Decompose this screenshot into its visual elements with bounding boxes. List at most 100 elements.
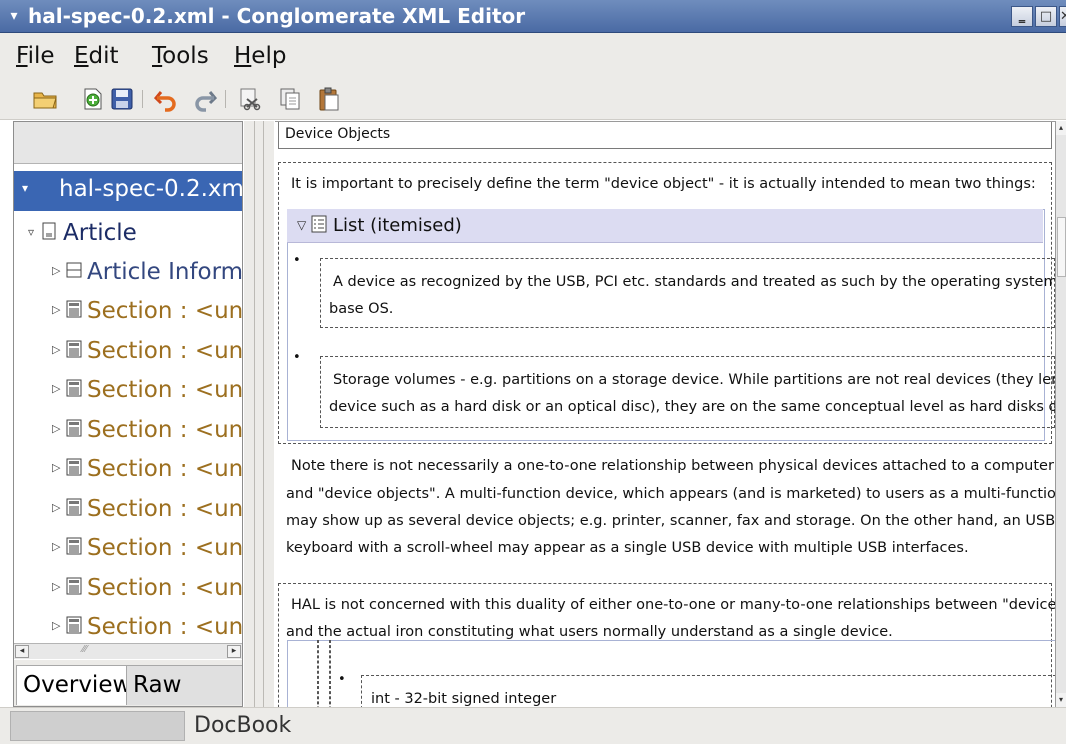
section-icon <box>66 458 82 478</box>
note-line-3[interactable]: may show up as several device objects; e… <box>286 508 1055 535</box>
expand-arrow-icon[interactable]: ▷ <box>52 580 60 593</box>
collapse-arrow-icon[interactable]: ▽ <box>297 218 306 232</box>
menu-help-label: elp <box>251 43 287 69</box>
toolbar-separator <box>142 90 143 108</box>
expand-arrow-icon[interactable]: ▷ <box>52 461 60 474</box>
section-icon <box>66 379 82 399</box>
minimize-button[interactable]: ‗ <box>1011 6 1033 27</box>
menu-bar: File Edit Tools Help <box>0 33 1066 78</box>
nested-list-guide <box>317 640 319 707</box>
tab-raw-xml[interactable]: Raw XML <box>126 665 242 705</box>
document-editor[interactable]: Device Objects It is important to precis… <box>275 121 1055 707</box>
expand-arrow-icon[interactable]: ▷ <box>52 382 60 395</box>
window-title: hal-spec-0.2.xml - Conglomerate XML Edit… <box>28 4 526 28</box>
status-cell <box>10 711 185 741</box>
expand-arrow-icon[interactable]: ▷ <box>52 501 60 514</box>
document-type-status: DocBook <box>194 713 292 738</box>
list-bullet: • <box>293 253 301 268</box>
redo-icon[interactable] <box>192 86 218 112</box>
list-header[interactable]: ▽ List (itemised) <box>287 209 1043 243</box>
undo-icon[interactable] <box>153 86 179 112</box>
tree-item-label: Section : <unt <box>87 298 243 324</box>
window-titlebar[interactable]: ▾ hal-spec-0.2.xml - Conglomerate XML Ed… <box>0 0 1066 33</box>
tree-item-label: Section : <unt <box>87 614 243 640</box>
tree-item-label: Section : <unt <box>87 337 243 364</box>
cut-icon[interactable] <box>238 86 264 112</box>
menu-help[interactable]: Help <box>234 42 286 70</box>
menu-edit[interactable]: Edit <box>74 42 119 70</box>
hal-line-1[interactable]: HAL is not concerned with this duality o… <box>291 592 1055 619</box>
save-icon[interactable] <box>109 86 135 112</box>
expand-arrow-icon[interactable]: ▷ <box>52 422 60 435</box>
status-bar: DocBook <box>0 707 1066 744</box>
menu-edit-mnemonic: E <box>74 43 89 69</box>
outline-pane: ▾ hal-spec-0.2.xml ▿ Article ▷ Article I… <box>13 121 243 707</box>
expand-arrow-icon[interactable]: ▷ <box>52 619 60 632</box>
list-item-2-line-2[interactable]: device such as a hard disk or an optical… <box>329 394 1055 421</box>
section-icon <box>66 616 82 636</box>
section-icon <box>66 537 82 557</box>
outline-tabs: Overview Raw XML <box>14 660 242 706</box>
tree-item-label: Section : <unt <box>87 535 243 561</box>
tree-item-label: Section : <unt <box>87 495 243 522</box>
list-item-1-line-2[interactable]: base OS. <box>329 296 393 323</box>
note-line-1[interactable]: Note there is not necessarily a one-to-o… <box>291 453 1055 480</box>
window-edge <box>0 150 13 710</box>
section-title[interactable]: Device Objects <box>285 122 390 148</box>
list-item-2-line-1[interactable]: Storage volumes - e.g. partitions on a s… <box>333 367 1055 394</box>
intro-paragraph[interactable]: It is important to precisely define the … <box>291 171 1036 198</box>
scroll-left-icon[interactable]: ◂ <box>15 645 29 658</box>
scrollbar-thumb[interactable] <box>1057 217 1066 277</box>
section-icon <box>66 340 82 360</box>
section-icon <box>66 498 82 518</box>
outline-horizontal-scrollbar[interactable]: ◂ ⁄⁄⁄ ▸ <box>14 643 242 659</box>
new-document-icon[interactable] <box>80 86 106 112</box>
menu-tools-mnemonic: T <box>152 43 163 69</box>
document-icon <box>42 222 58 242</box>
list-label: List (itemised) <box>333 215 462 236</box>
note-line-4[interactable]: keyboard with a scroll-wheel may appear … <box>286 535 969 562</box>
tree-item-label: Article <box>63 220 137 246</box>
scroll-right-icon[interactable]: ▸ <box>227 645 241 658</box>
info-document-icon <box>66 261 82 281</box>
menu-file[interactable]: File <box>16 42 55 70</box>
expand-arrow-icon[interactable]: ▷ <box>52 303 60 316</box>
maximize-button[interactable]: □ <box>1035 6 1057 27</box>
copy-icon[interactable] <box>277 86 303 112</box>
scroll-up-icon[interactable]: ▴ <box>1056 121 1066 135</box>
menu-tools[interactable]: Tools <box>152 42 209 70</box>
toolbar <box>0 78 1066 120</box>
paste-icon[interactable] <box>316 86 342 112</box>
open-folder-icon[interactable] <box>32 86 58 112</box>
note-line-2[interactable]: and "device objects". A multi-function d… <box>286 481 1055 508</box>
collapse-arrow-icon[interactable]: ▾ <box>22 181 28 195</box>
close-button[interactable]: ✕ <box>1059 6 1066 27</box>
list-bullet: • <box>338 672 346 687</box>
expand-arrow-icon[interactable]: ▷ <box>52 540 60 553</box>
tree-item-label: Article Informa <box>87 259 243 285</box>
toolbar-separator <box>225 90 226 108</box>
section-title-box[interactable]: Device Objects <box>278 122 1052 149</box>
section-icon <box>66 300 82 320</box>
menu-edit-label: dit <box>88 43 119 69</box>
menu-help-mnemonic: H <box>234 43 252 69</box>
window-menu-icon[interactable]: ▾ <box>4 6 24 26</box>
tree-root-label: hal-spec-0.2.xml <box>59 176 243 202</box>
scrollbar-grip-icon[interactable]: ⁄⁄⁄ <box>82 644 87 655</box>
section-icon <box>66 419 82 439</box>
section-icon <box>66 577 82 597</box>
scroll-down-icon[interactable]: ▾ <box>1056 693 1066 707</box>
expand-arrow-icon[interactable]: ▷ <box>52 343 60 356</box>
expand-arrow-icon[interactable]: ▷ <box>52 264 60 277</box>
splitter-grip[interactable] <box>254 121 264 707</box>
tree-root-row[interactable]: ▾ hal-spec-0.2.xml <box>14 171 243 211</box>
document-vertical-scrollbar[interactable]: ▴ ▾ <box>1055 121 1066 707</box>
tree-item-label: Section : <unt <box>87 456 243 482</box>
list-item-1-line-1[interactable]: A device as recognized by the USB, PCI e… <box>333 269 1055 296</box>
collapse-arrow-icon[interactable]: ▿ <box>28 225 34 239</box>
pane-splitter[interactable] <box>244 121 274 707</box>
tab-overview[interactable]: Overview <box>16 665 139 705</box>
int-type-item[interactable]: int - 32-bit signed integer <box>371 686 556 707</box>
menu-file-mnemonic: F <box>16 43 28 69</box>
list-bullet: • <box>293 350 301 365</box>
